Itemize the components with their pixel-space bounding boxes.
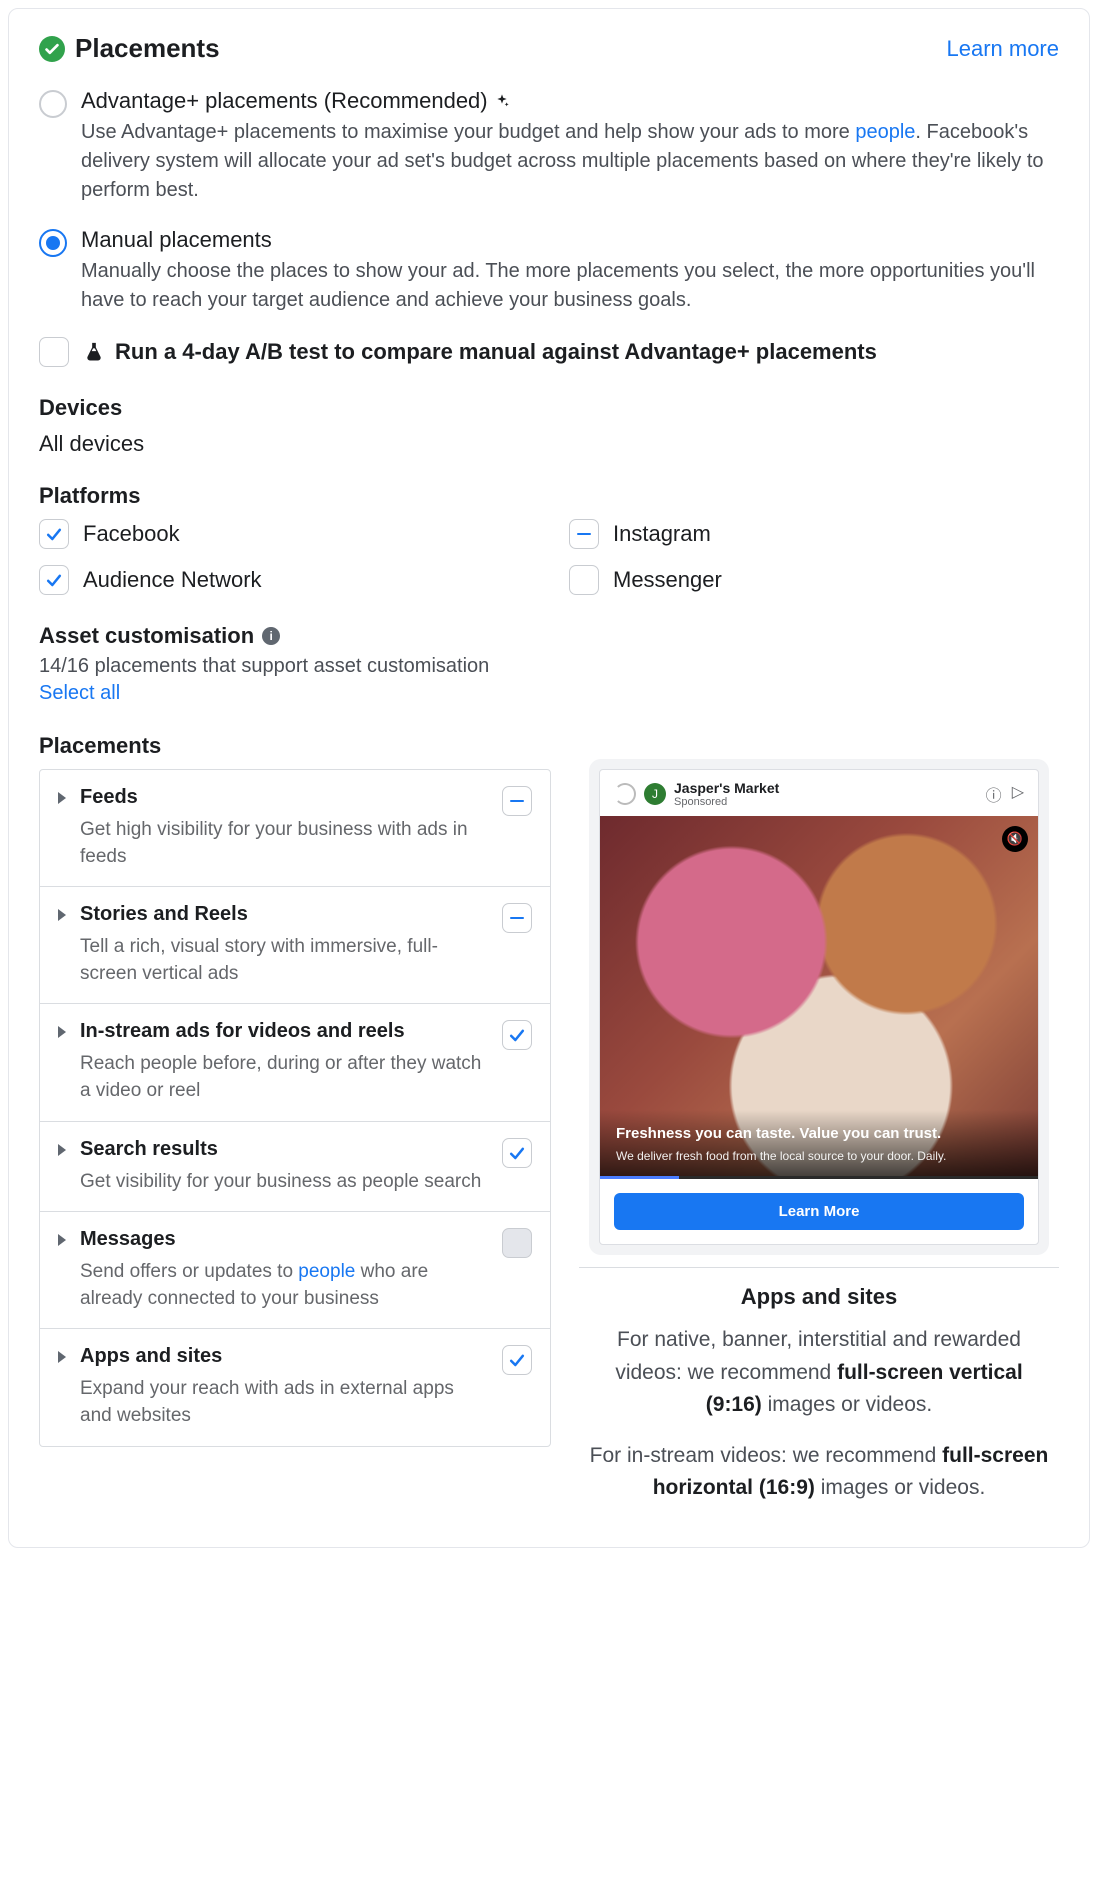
placement-item: Feeds Get high visibility for your busin… — [40, 770, 550, 887]
caret-right-icon[interactable] — [58, 909, 66, 921]
flask-icon — [83, 341, 105, 363]
placement-desc: Tell a rich, visual story with immersive… — [80, 934, 488, 987]
platform-label: Facebook — [83, 521, 180, 547]
platform-label: Instagram — [613, 521, 711, 547]
caret-right-icon[interactable] — [58, 1144, 66, 1156]
placement-item: Stories and Reels Tell a rich, visual st… — [40, 887, 550, 1004]
checkbox[interactable] — [39, 519, 69, 549]
overlay-sub: We deliver fresh food from the local sou… — [616, 1148, 1022, 1164]
info-icon[interactable]: i — [262, 627, 280, 645]
ad-choices-icon: ▷ — [1012, 782, 1024, 806]
ad-creative-image: 🔇 Freshness you can taste. Value you can… — [600, 816, 1038, 1176]
caret-right-icon[interactable] — [58, 1026, 66, 1038]
caret-right-icon[interactable] — [58, 792, 66, 804]
platform-label: Audience Network — [83, 567, 262, 593]
learn-more-link[interactable]: Learn more — [946, 36, 1059, 62]
info-outline-icon: ⓘ — [986, 782, 1002, 806]
preview-paragraph-1: For native, banner, interstitial and rew… — [579, 1324, 1059, 1422]
placement-desc: Get visibility for your business as peop… — [80, 1169, 488, 1196]
asset-heading: Asset customisation — [39, 623, 254, 649]
placement-item: Apps and sites Expand your reach with ad… — [40, 1329, 550, 1445]
platform-item[interactable]: Audience Network — [39, 565, 529, 595]
story-ring-icon — [614, 783, 636, 805]
option-desc: Manually choose the places to show your … — [81, 257, 1059, 315]
mute-icon[interactable]: 🔇 — [1002, 826, 1028, 852]
platform-item[interactable]: Facebook — [39, 519, 529, 549]
preview-title: Apps and sites — [579, 1284, 1059, 1310]
abtest-label: Run a 4-day A/B test to compare manual a… — [115, 339, 877, 365]
placement-title: Stories and Reels — [80, 903, 488, 926]
placement-desc: Reach people before, during or after the… — [80, 1051, 488, 1104]
option-title: Advantage+ placements (Recommended) — [81, 88, 488, 114]
platform-item[interactable]: Messenger — [569, 565, 1059, 595]
preview-sponsored: Sponsored — [674, 796, 779, 808]
checkbox[interactable] — [502, 1228, 532, 1258]
devices-heading: Devices — [39, 395, 1059, 421]
placements-card: Placements Learn more Advantage+ placeme… — [8, 8, 1090, 1548]
caret-right-icon[interactable] — [58, 1234, 66, 1246]
option-title: Manual placements — [81, 227, 1059, 253]
cta-button[interactable]: Learn More — [614, 1193, 1024, 1230]
checkbox[interactable] — [502, 786, 532, 816]
platform-grid: Facebook Instagram Audience Network Mess… — [39, 519, 1059, 595]
placement-title: Search results — [80, 1138, 488, 1161]
video-progress — [600, 1176, 1038, 1179]
checkbox[interactable] — [39, 565, 69, 595]
abtest-checkbox[interactable] — [39, 337, 69, 367]
abtest-row: Run a 4-day A/B test to compare manual a… — [39, 337, 1059, 367]
checkbox[interactable] — [569, 565, 599, 595]
asset-sub: 14/16 placements that support asset cust… — [39, 655, 1059, 678]
check-circle-icon — [39, 36, 65, 62]
caret-right-icon[interactable] — [58, 1351, 66, 1363]
placement-desc: Get high visibility for your business wi… — [80, 817, 488, 870]
checkbox[interactable] — [502, 1138, 532, 1168]
platforms-heading: Platforms — [39, 483, 1059, 509]
phone-preview: J Jasper's Market Sponsored ⓘ ▷ 🔇 Fre — [599, 769, 1039, 1245]
placements-list-heading: Placements — [39, 733, 1059, 759]
placement-item: Messages Send offers or updates to peopl… — [40, 1212, 550, 1329]
placement-title: Feeds — [80, 786, 488, 809]
divider — [579, 1267, 1059, 1268]
platform-label: Messenger — [613, 567, 722, 593]
platform-item[interactable]: Instagram — [569, 519, 1059, 549]
avatar-icon: J — [644, 783, 666, 805]
option-desc: Use Advantage+ placements to maximise yo… — [81, 118, 1059, 205]
placement-item: Search results Get visibility for your b… — [40, 1122, 550, 1213]
checkbox[interactable] — [502, 1345, 532, 1375]
radio-unselected-icon[interactable] — [39, 90, 67, 118]
placement-item: In-stream ads for videos and reels Reach… — [40, 1004, 550, 1121]
section-title: Placements — [75, 33, 220, 64]
devices-value: All devices — [39, 431, 1059, 457]
checkbox[interactable] — [502, 1020, 532, 1050]
option-manual[interactable]: Manual placements Manually choose the pl… — [39, 227, 1059, 315]
placement-desc: Expand your reach with ads in external a… — [80, 1376, 488, 1429]
placements-list: Feeds Get high visibility for your busin… — [39, 769, 551, 1447]
placement-title: In-stream ads for videos and reels — [80, 1020, 488, 1043]
people-link[interactable]: people — [855, 121, 915, 143]
header-row: Placements Learn more — [39, 33, 1059, 64]
placement-desc: Send offers or updates to people who are… — [80, 1259, 488, 1312]
sparkle-icon — [494, 93, 510, 109]
radio-selected-icon[interactable] — [39, 229, 67, 257]
preview-brand: Jasper's Market — [674, 780, 779, 796]
people-link[interactable]: people — [298, 1261, 355, 1282]
option-advantage[interactable]: Advantage+ placements (Recommended) Use … — [39, 88, 1059, 205]
preview-column: J Jasper's Market Sponsored ⓘ ▷ 🔇 Fre — [579, 769, 1059, 1523]
preview-paragraph-2: For in-stream videos: we recommend full-… — [579, 1440, 1059, 1505]
checkbox[interactable] — [569, 519, 599, 549]
select-all-link[interactable]: Select all — [39, 682, 120, 705]
placement-title: Apps and sites — [80, 1345, 488, 1368]
checkbox[interactable] — [502, 903, 532, 933]
placement-title: Messages — [80, 1228, 488, 1251]
overlay-headline: Freshness you can taste. Value you can t… — [616, 1124, 1022, 1144]
